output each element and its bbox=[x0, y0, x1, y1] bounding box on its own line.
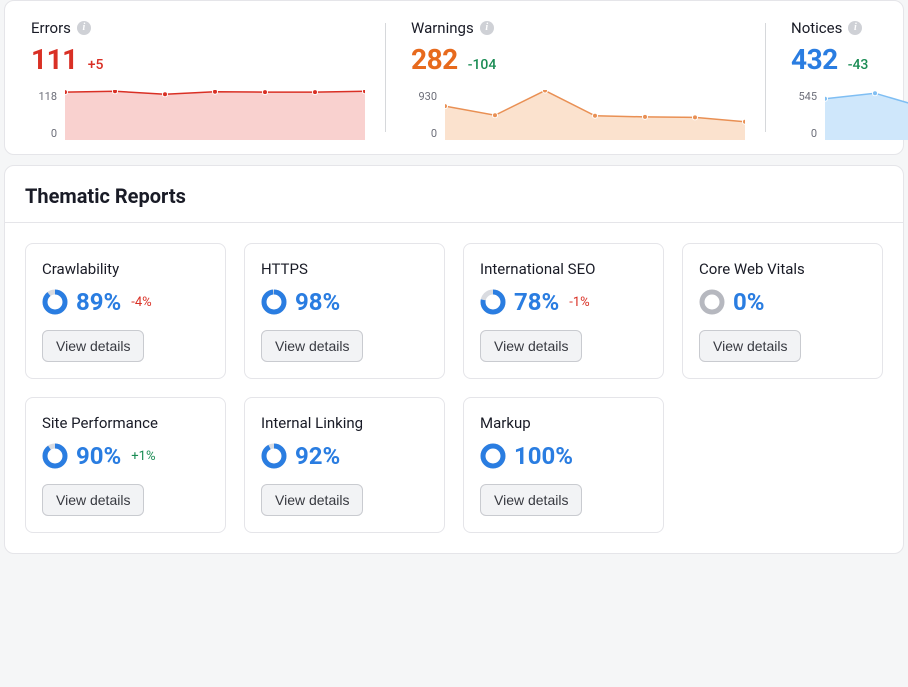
donut-icon bbox=[480, 443, 506, 469]
info-icon[interactable]: i bbox=[848, 21, 862, 35]
report-tile: Core Web Vitals 0% View details bbox=[682, 243, 883, 379]
warnings-delta: -104 bbox=[468, 57, 497, 73]
errors-sparkline bbox=[65, 90, 365, 140]
report-title: Internal Linking bbox=[261, 414, 428, 432]
donut-icon bbox=[261, 289, 287, 315]
errors-label: Errors bbox=[31, 19, 71, 37]
thematic-reports-title: Thematic Reports bbox=[5, 166, 903, 223]
thematic-reports-card: Thematic Reports Crawlability 89% -4% View … bbox=[4, 165, 904, 554]
report-title: International SEO bbox=[480, 260, 647, 278]
report-tile: Crawlability 89% -4% View details bbox=[25, 243, 226, 379]
report-tile: Site Performance 90% +1% View details bbox=[25, 397, 226, 533]
notices-y-axis: 545 0 bbox=[791, 90, 817, 140]
notices-value: 432 bbox=[791, 43, 838, 76]
view-details-button[interactable]: View details bbox=[42, 484, 144, 516]
warnings-metric[interactable]: Warnings i 282 -104 930 0 bbox=[385, 1, 765, 154]
report-title: Core Web Vitals bbox=[699, 260, 866, 278]
notices-label: Notices bbox=[791, 19, 842, 37]
report-percent: 78% bbox=[514, 288, 559, 316]
report-delta: -1% bbox=[569, 295, 589, 310]
view-details-button[interactable]: View details bbox=[261, 330, 363, 362]
report-tile: Internal Linking 92% View details bbox=[244, 397, 445, 533]
report-tile: Markup 100% View details bbox=[463, 397, 664, 533]
report-value-row: 78% -1% bbox=[480, 288, 647, 316]
report-percent: 98% bbox=[295, 288, 340, 316]
donut-icon bbox=[261, 443, 287, 469]
errors-metric[interactable]: Errors i 111 +5 118 0 bbox=[5, 1, 385, 154]
donut-icon bbox=[699, 289, 725, 315]
warnings-value: 282 bbox=[411, 43, 458, 76]
donut-icon bbox=[480, 289, 506, 315]
errors-value: 111 bbox=[31, 43, 78, 76]
report-value-row: 92% bbox=[261, 442, 428, 470]
report-percent: 92% bbox=[295, 442, 340, 470]
report-tile: HTTPS 98% View details bbox=[244, 243, 445, 379]
view-details-button[interactable]: View details bbox=[42, 330, 144, 362]
donut-icon bbox=[42, 443, 68, 469]
warnings-label: Warnings bbox=[411, 19, 474, 37]
report-delta: +1% bbox=[131, 449, 155, 464]
view-details-button[interactable]: View details bbox=[699, 330, 801, 362]
notices-delta: -43 bbox=[848, 57, 869, 73]
report-value-row: 98% bbox=[261, 288, 428, 316]
report-value-row: 90% +1% bbox=[42, 442, 209, 470]
report-percent: 89% bbox=[76, 288, 121, 316]
notices-metric[interactable]: Notices i 432 -43 545 0 bbox=[765, 1, 908, 154]
info-icon[interactable]: i bbox=[77, 21, 91, 35]
report-value-row: 0% bbox=[699, 288, 866, 316]
view-details-button[interactable]: View details bbox=[480, 330, 582, 362]
errors-y-axis: 118 0 bbox=[31, 90, 57, 140]
report-value-row: 100% bbox=[480, 442, 647, 470]
info-icon[interactable]: i bbox=[480, 21, 494, 35]
errors-delta: +5 bbox=[88, 57, 104, 73]
issues-summary-card: Errors i 111 +5 118 0 Warnings i 282 -10… bbox=[4, 0, 904, 155]
report-tile: International SEO 78% -1% View details bbox=[463, 243, 664, 379]
warnings-sparkline bbox=[445, 90, 745, 140]
thematic-reports-grid: Crawlability 89% -4% View details HTTPS 98% Vi… bbox=[5, 223, 903, 553]
warnings-y-axis: 930 0 bbox=[411, 90, 437, 140]
view-details-button[interactable]: View details bbox=[480, 484, 582, 516]
report-delta: -4% bbox=[131, 295, 151, 310]
report-percent: 90% bbox=[76, 442, 121, 470]
report-title: Site Performance bbox=[42, 414, 209, 432]
report-title: Crawlability bbox=[42, 260, 209, 278]
notices-sparkline bbox=[825, 90, 908, 140]
view-details-button[interactable]: View details bbox=[261, 484, 363, 516]
donut-icon bbox=[42, 289, 68, 315]
report-percent: 100% bbox=[514, 442, 573, 470]
report-value-row: 89% -4% bbox=[42, 288, 209, 316]
report-title: Markup bbox=[480, 414, 647, 432]
report-title: HTTPS bbox=[261, 260, 428, 278]
report-percent: 0% bbox=[733, 288, 765, 316]
